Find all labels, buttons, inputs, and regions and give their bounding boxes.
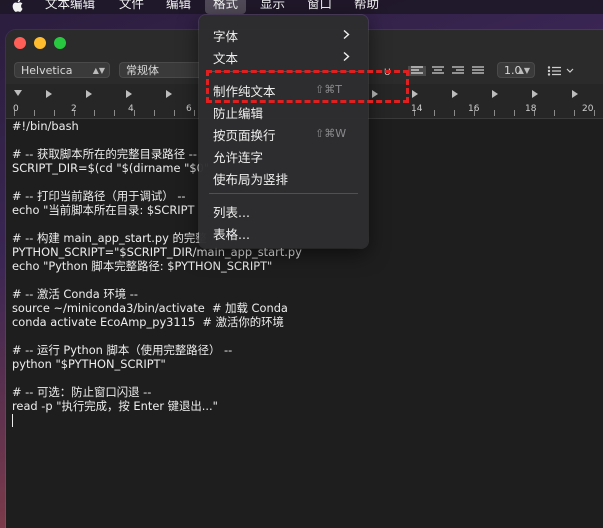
ruler-number: 16 bbox=[468, 104, 480, 114]
tab-stop[interactable] bbox=[46, 90, 52, 98]
editor-line: # -- 获取脚本所在的完整目录路径 -- bbox=[12, 147, 197, 161]
tab-stop[interactable] bbox=[572, 90, 578, 98]
tab-stop[interactable] bbox=[166, 90, 172, 98]
list-bullets-icon[interactable] bbox=[547, 66, 575, 76]
ruler-number: 14 bbox=[411, 104, 423, 114]
ruler-number: 20 bbox=[582, 104, 594, 114]
text-style-icon[interactable]: U bbox=[384, 68, 391, 78]
align-center-icon[interactable] bbox=[432, 66, 444, 74]
menu-view[interactable]: 显示 bbox=[260, 0, 285, 11]
editor-line: echo "Python 脚本完整路径: $PYTHON_SCRIPT" bbox=[12, 259, 273, 273]
editor-line: source ~/miniconda3/bin/activate # 加载 Co… bbox=[12, 301, 288, 315]
ruler-number: 6 bbox=[186, 104, 192, 114]
text-caret bbox=[12, 414, 13, 427]
menu-item-allow-hyphenation[interactable]: 允许连字 bbox=[213, 147, 263, 166]
tab-stop[interactable] bbox=[452, 90, 458, 98]
editor-line: # -- 运行 Python 脚本（使用完整路径） -- bbox=[12, 343, 233, 357]
tab-stop[interactable] bbox=[372, 90, 378, 98]
menu-window[interactable]: 窗口 bbox=[307, 0, 332, 11]
alignment-group bbox=[408, 66, 484, 76]
menu-textedit[interactable]: 文本编辑 bbox=[45, 0, 95, 11]
menu-item-font[interactable]: 字体 bbox=[213, 26, 238, 45]
menu-item-make-plain-text[interactable]: 制作纯文本 bbox=[213, 81, 276, 100]
menu-item-table[interactable]: 表格... bbox=[213, 224, 250, 243]
menu-item-prevent-editing[interactable]: 防止编辑 bbox=[213, 103, 263, 122]
align-right-icon[interactable] bbox=[452, 66, 464, 74]
editor-line: # -- 激活 Conda 环境 -- bbox=[12, 287, 139, 301]
close-button[interactable] bbox=[14, 37, 26, 49]
menu-item-text[interactable]: 文本 bbox=[213, 48, 238, 67]
editor-line: #!/bin/bash bbox=[12, 119, 79, 133]
shortcut-wrap-to-page: ⇧⌘W bbox=[315, 127, 347, 140]
chevron-right-icon bbox=[343, 30, 350, 39]
menu-edit[interactable]: 编辑 bbox=[166, 0, 191, 11]
menu-item-list[interactable]: 列表... bbox=[213, 202, 250, 221]
line-spacing-popup[interactable]: 1.0 ▲▼ bbox=[497, 62, 535, 78]
chevron-updown-icon: ▲▼ bbox=[517, 66, 530, 75]
menu-item-vertical-layout[interactable]: 使布局为竖排 bbox=[213, 169, 288, 188]
menu-format[interactable]: 格式 bbox=[205, 0, 247, 14]
shortcut-make-plain-text: ⇧⌘T bbox=[315, 83, 342, 96]
ruler-number: 4 bbox=[128, 104, 134, 114]
zoom-button[interactable] bbox=[54, 37, 66, 49]
font-family-popup[interactable]: Helvetica ▲▼ bbox=[14, 62, 110, 78]
left-indent-marker[interactable] bbox=[14, 90, 22, 100]
tab-stop[interactable] bbox=[412, 90, 418, 98]
align-justify-icon[interactable] bbox=[472, 66, 484, 74]
menu-item-wrap-to-page[interactable]: 按页面换行 bbox=[213, 125, 276, 144]
menu-separator bbox=[209, 193, 358, 194]
apple-icon[interactable] bbox=[12, 0, 23, 12]
editor-line: conda activate EcoAmp_py3115 # 激活你的环境 bbox=[12, 315, 284, 329]
tab-stop[interactable] bbox=[532, 90, 538, 98]
tab-stop[interactable] bbox=[86, 90, 92, 98]
ruler-number: 18 bbox=[525, 104, 537, 114]
menu-file[interactable]: 文件 bbox=[119, 0, 144, 11]
font-style-popup[interactable]: 常规体 bbox=[119, 62, 199, 78]
editor-line: # -- 构建 main_app_start.py 的完整 bbox=[12, 231, 207, 245]
chevron-updown-icon: ▲▼ bbox=[92, 66, 105, 75]
font-style-value: 常规体 bbox=[126, 64, 159, 77]
font-family-value: Helvetica bbox=[21, 64, 73, 77]
tab-stop[interactable] bbox=[126, 90, 132, 98]
format-menu-dropdown: 字体 文本 制作纯文本 ⇧⌘T 防止编辑 按页面换行 ⇧⌘W 允许连字 使布局为… bbox=[199, 15, 368, 248]
editor-line: SCRIPT_DIR=$(cd "$(dirname "$0" bbox=[12, 161, 210, 175]
editor-line: echo "当前脚本所在目录: $SCRIPT bbox=[12, 203, 195, 217]
editor-line: # -- 可选：防止窗口闪退 -- bbox=[12, 385, 152, 399]
minimize-button[interactable] bbox=[34, 37, 46, 49]
menu-bar: 文本编辑 文件 编辑 格式 显示 窗口 帮助 bbox=[0, 0, 603, 14]
ruler-number: 2 bbox=[71, 104, 77, 114]
ruler-number: 0 bbox=[13, 104, 19, 114]
editor-line: read -p "执行完成，按 Enter 键退出..." bbox=[12, 399, 218, 413]
menu-help[interactable]: 帮助 bbox=[354, 0, 379, 11]
editor-line: # -- 打印当前路径（用于调试） -- bbox=[12, 189, 186, 203]
editor-line: python "$PYTHON_SCRIPT" bbox=[12, 357, 166, 371]
tab-stop[interactable] bbox=[492, 90, 498, 98]
chevron-right-icon bbox=[343, 52, 350, 61]
menu-separator bbox=[209, 71, 358, 72]
